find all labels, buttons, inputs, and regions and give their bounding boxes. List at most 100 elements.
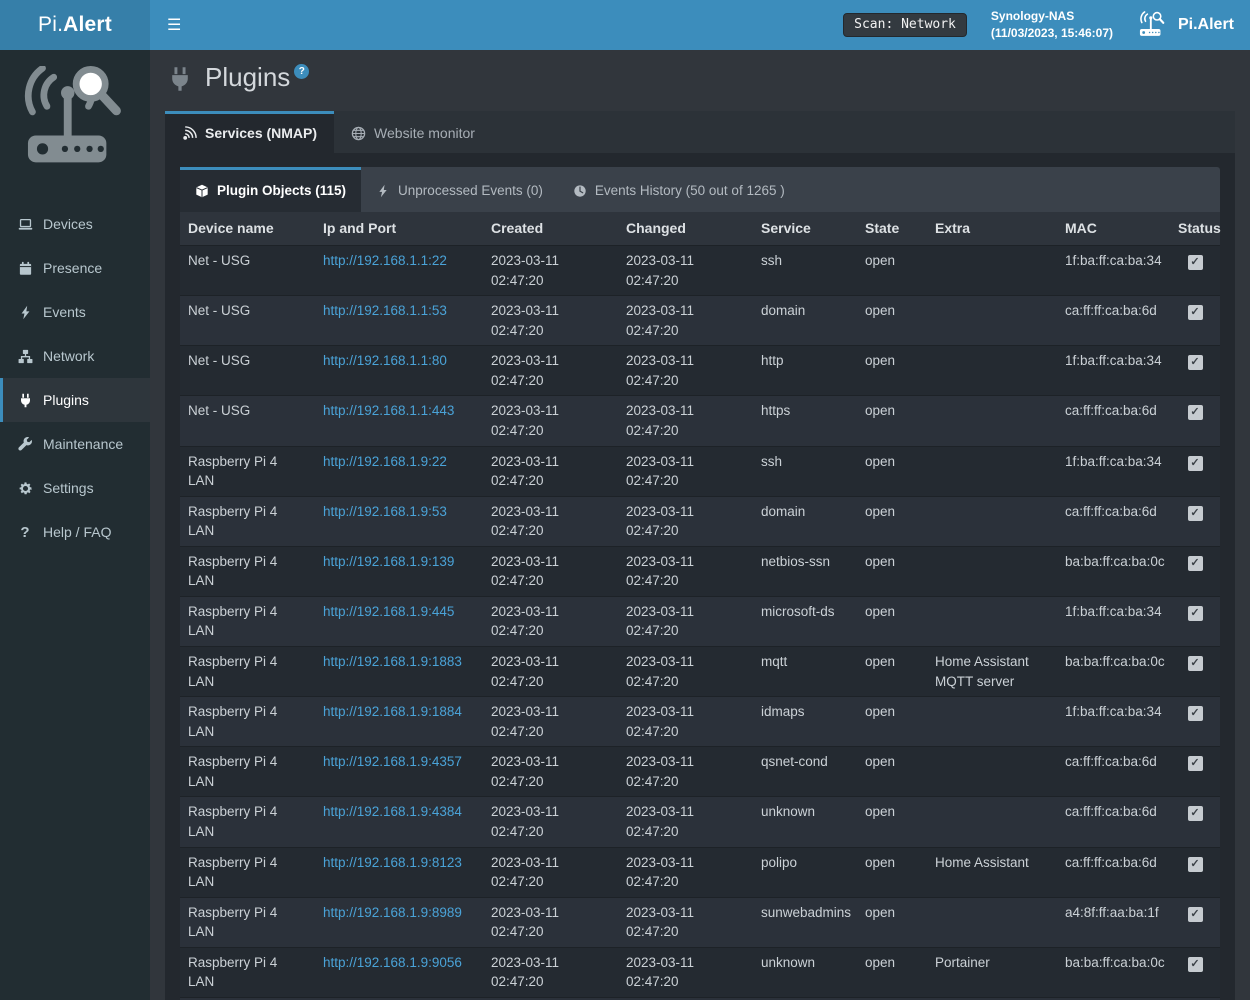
sidebar-item-devices[interactable]: Devices (0, 202, 150, 246)
port-link[interactable]: http://192.168.1.9:8989 (323, 905, 462, 920)
port-link[interactable]: http://192.168.1.9:22 (323, 454, 447, 469)
pialert-logo-icon (0, 50, 150, 202)
cell-ip-port: http://192.168.1.9:22 (315, 446, 483, 496)
sidebar: Devices Presence Events Network Plugins … (0, 50, 150, 1000)
column-header-state[interactable]: State (857, 212, 927, 246)
cell-service: qsnet-cond (753, 747, 857, 797)
sidebar-item-label: Plugins (43, 392, 89, 408)
status-checkbox[interactable]: ✓ (1188, 506, 1203, 521)
cell-mac: 1f:ba:ff:ca:ba:34 (1057, 446, 1170, 496)
sidebar-item-label: Events (43, 304, 86, 320)
port-link[interactable]: http://192.168.1.9:445 (323, 604, 454, 619)
subtab-plugin-objects[interactable]: Plugin Objects (115) (180, 167, 361, 212)
status-checkbox[interactable]: ✓ (1188, 556, 1203, 571)
port-link[interactable]: http://192.168.1.9:9056 (323, 955, 462, 970)
sidebar-item-plugins[interactable]: Plugins (0, 378, 150, 422)
cell-service: ssh (753, 246, 857, 296)
port-link[interactable]: http://192.168.1.1:22 (323, 253, 447, 268)
cell-extra: Home Assistant (927, 847, 1057, 897)
cell-mac: a4:8f:ff:aa:ba:1f (1057, 897, 1170, 947)
app-logo[interactable]: Pi.Alert (0, 0, 150, 50)
port-link[interactable]: http://192.168.1.1:53 (323, 303, 447, 318)
navbar-brand[interactable]: Pi.Alert (1137, 11, 1234, 39)
cell-state: open (857, 446, 927, 496)
calendar-icon (16, 261, 34, 276)
table-row: Raspberry Pi 4 LAN http://192.168.1.9:43… (180, 747, 1220, 797)
port-link[interactable]: http://192.168.1.9:8123 (323, 855, 462, 870)
status-checkbox[interactable]: ✓ (1188, 957, 1203, 972)
cell-status: ✓ (1170, 446, 1220, 496)
sidebar-item-network[interactable]: Network (0, 334, 150, 378)
status-checkbox[interactable]: ✓ (1188, 355, 1203, 370)
column-header-created[interactable]: Created (483, 212, 618, 246)
sidebar-item-events[interactable]: Events (0, 290, 150, 334)
column-header-mac[interactable]: MAC (1057, 212, 1170, 246)
status-checkbox[interactable]: ✓ (1188, 405, 1203, 420)
cell-extra (927, 346, 1057, 396)
status-checkbox[interactable]: ✓ (1188, 656, 1203, 671)
cell-ip-port: http://192.168.1.1:53 (315, 296, 483, 346)
cell-extra (927, 246, 1057, 296)
sidebar-item-help-faq[interactable]: ? Help / FAQ (0, 510, 150, 554)
status-checkbox[interactable]: ✓ (1188, 706, 1203, 721)
port-link[interactable]: http://192.168.1.9:53 (323, 504, 447, 519)
status-checkbox[interactable]: ✓ (1188, 806, 1203, 821)
cell-state: open (857, 897, 927, 947)
cell-status: ✓ (1170, 246, 1220, 296)
status-checkbox[interactable]: ✓ (1188, 255, 1203, 270)
tab-website-monitor[interactable]: Website monitor (334, 111, 492, 153)
cell-status: ✓ (1170, 747, 1220, 797)
gear-icon (16, 481, 34, 496)
port-link[interactable]: http://192.168.1.9:4357 (323, 754, 462, 769)
column-header-changed[interactable]: Changed (618, 212, 753, 246)
port-link[interactable]: http://192.168.1.1:443 (323, 403, 454, 418)
cell-device-name: Raspberry Pi 4 LAN (180, 897, 315, 947)
sidebar-item-label: Presence (43, 260, 102, 276)
table-row: Raspberry Pi 4 LAN http://192.168.1.9:43… (180, 797, 1220, 847)
status-checkbox[interactable]: ✓ (1188, 756, 1203, 771)
sidebar-item-settings[interactable]: Settings (0, 466, 150, 510)
column-header-device-name[interactable]: Device name (180, 212, 315, 246)
cell-state: open (857, 546, 927, 596)
column-header-ip-and-port[interactable]: Ip and Port (315, 212, 483, 246)
table-row: Net - USG http://192.168.1.1:80 2023-03-… (180, 346, 1220, 396)
cell-mac: ca:ff:ff:ca:ba:6d (1057, 747, 1170, 797)
cell-device-name: Raspberry Pi 4 LAN (180, 797, 315, 847)
sidebar-toggle-button[interactable]: ☰ (150, 0, 198, 50)
sidebar-item-maintenance[interactable]: Maintenance (0, 422, 150, 466)
status-checkbox[interactable]: ✓ (1188, 857, 1203, 872)
port-link[interactable]: http://192.168.1.1:80 (323, 353, 447, 368)
cell-status: ✓ (1170, 546, 1220, 596)
cell-device-name: Net - USG (180, 346, 315, 396)
port-link[interactable]: http://192.168.1.9:139 (323, 554, 454, 569)
services-table: Device nameIp and PortCreatedChangedServ… (180, 212, 1220, 1000)
cell-device-name: Raspberry Pi 4 LAN (180, 647, 315, 697)
sidebar-item-presence[interactable]: Presence (0, 246, 150, 290)
column-header-service[interactable]: Service (753, 212, 857, 246)
port-link[interactable]: http://192.168.1.9:1884 (323, 704, 462, 719)
cell-device-name: Net - USG (180, 296, 315, 346)
port-link[interactable]: http://192.168.1.9:1883 (323, 654, 462, 669)
port-link[interactable]: http://192.168.1.9:4384 (323, 804, 462, 819)
table-row: Raspberry Pi 4 LAN http://192.168.1.9:18… (180, 647, 1220, 697)
cell-status: ✓ (1170, 697, 1220, 747)
status-checkbox[interactable]: ✓ (1188, 907, 1203, 922)
cell-mac: 1f:ba:ff:ca:ba:34 (1057, 596, 1170, 646)
cell-changed: 2023-03-11 02:47:20 (618, 596, 753, 646)
status-checkbox[interactable]: ✓ (1188, 606, 1203, 621)
plug-icon (16, 393, 34, 408)
cell-ip-port: http://192.168.1.9:445 (315, 596, 483, 646)
subtab-events-history[interactable]: Events History (50 out of 1265 ) (558, 167, 800, 212)
status-checkbox[interactable]: ✓ (1188, 456, 1203, 471)
table-row: Raspberry Pi 4 LAN http://192.168.1.9:53… (180, 496, 1220, 546)
table-row: Raspberry Pi 4 LAN http://192.168.1.9:81… (180, 847, 1220, 897)
subtab-unprocessed-events[interactable]: Unprocessed Events (0) (361, 167, 558, 212)
cell-status: ✓ (1170, 797, 1220, 847)
column-header-extra[interactable]: Extra (927, 212, 1057, 246)
cell-state: open (857, 496, 927, 546)
status-checkbox[interactable]: ✓ (1188, 305, 1203, 320)
column-header-status[interactable]: Status (1170, 212, 1220, 246)
tab-services-nmap[interactable]: Services (NMAP) (165, 111, 334, 153)
cell-device-name: Raspberry Pi 4 LAN (180, 546, 315, 596)
help-badge[interactable]: ? (294, 64, 309, 79)
